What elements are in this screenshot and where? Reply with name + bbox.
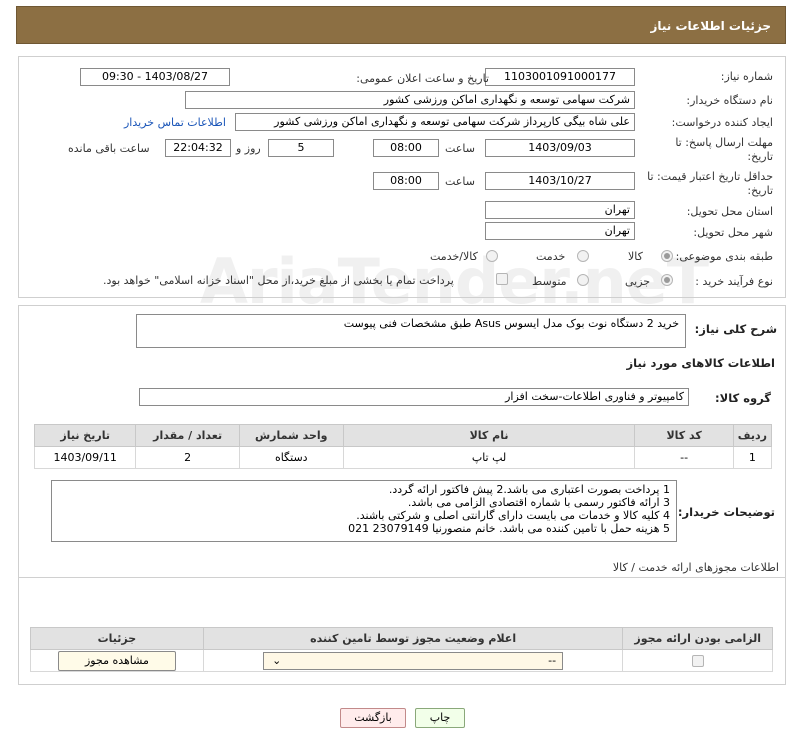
buyer-notes-field: 1 پرداخت بصورت اعتباری می باشد.2 پیش فاک… — [51, 480, 677, 542]
row-date: 1403/09/11 — [33, 446, 137, 469]
remaining-time-label: ساعت باقی مانده — [68, 142, 150, 155]
goods-table: ردیف کد کالا نام کالا واحد شمارش تعداد /… — [33, 424, 773, 469]
need-number-label: شماره نیاز: — [720, 70, 773, 83]
province-field: تهران — [485, 201, 635, 219]
need-number-field: 1103001091000177 — [485, 68, 635, 86]
row-name: لپ تاپ — [342, 446, 636, 469]
announce-label: تاریخ و ساعت اعلان عمومی: — [356, 72, 489, 85]
city-label: شهر محل تحویل: — [693, 226, 773, 239]
table-row: ⌄ -- مشاهده مجوز — [30, 649, 773, 672]
validity-label: حداقل تاریخ اعتبار قیمت: تا — [647, 170, 773, 183]
days-remaining-field: 5 — [268, 139, 334, 157]
validity-date-field: 1403/10/27 — [485, 172, 635, 190]
buyer-notes-label: توضیحات خریدار: — [677, 505, 775, 519]
category-goods-radio[interactable] — [661, 250, 673, 262]
col-permit-required: الزامی بودن ارائه مجوز — [622, 627, 773, 650]
announce-field: 1403/08/27 - 09:30 — [80, 68, 230, 86]
category-label: طبقه بندی موضوعی: — [675, 250, 773, 263]
permits-table-header: الزامی بودن ارائه مجوز اعلام وضعیت مجوز … — [30, 627, 773, 650]
col-permit-status: اعلام وضعیت مجوز توسط تامین کننده — [202, 627, 624, 650]
deadline-label: مهلت ارسال پاسخ: تا — [675, 136, 773, 149]
permit-status-value: -- — [548, 653, 557, 667]
col-code: کد کالا — [634, 424, 734, 447]
buyer-note-line-3: 4 کلیه کالا و خدمات می بایست دارای گاران… — [356, 509, 670, 522]
permits-divider — [18, 577, 786, 578]
goods-table-header: ردیف کد کالا نام کالا واحد شمارش تعداد /… — [33, 424, 773, 447]
permit-details-cell: مشاهده مجوز — [30, 649, 204, 672]
buyer-note-line-1: 1 پرداخت بصورت اعتباری می باشد.2 پیش فاک… — [388, 483, 670, 496]
validity-date-label: تاریخ: — [747, 184, 773, 197]
view-permit-button[interactable]: مشاهده مجوز — [57, 650, 176, 671]
print-button[interactable]: چاپ — [415, 708, 465, 728]
process-minor-radio[interactable] — [661, 274, 673, 286]
goods-group-field: کامپیوتر و فناوری اطلاعات-سخت افزار — [139, 388, 689, 406]
permit-required-checkbox[interactable] — [691, 655, 704, 667]
buyer-field: شرکت سهامی توسعه و نگهداری اماکن ورزشی ک… — [185, 91, 635, 109]
creator-label: ایجاد کننده درخواست: — [671, 116, 773, 129]
permit-required-cell — [622, 649, 773, 672]
col-name: نام کالا — [342, 424, 636, 447]
category-goods-service-label: کالا/خدمت — [430, 250, 478, 263]
validity-time-field: 08:00 — [373, 172, 439, 190]
col-permit-details: جزئیات — [30, 627, 204, 650]
back-button[interactable]: بازگشت — [340, 708, 406, 728]
page-title: جزئیات اطلاعات نیاز — [650, 19, 771, 33]
row-code: -- — [634, 446, 734, 469]
permits-section-title: اطلاعات مجوزهای ارائه خدمت / کالا — [612, 561, 779, 574]
process-label: نوع فرآیند خرید : — [695, 275, 773, 288]
permits-table: الزامی بودن ارائه مجوز اعلام وضعیت مجوز … — [30, 627, 773, 672]
row-unit: دستگاه — [238, 446, 344, 469]
buyer-contact-link[interactable]: اطلاعات تماس خریدار — [124, 116, 226, 129]
days-label: روز و — [236, 142, 261, 155]
buyer-label: نام دستگاه خریدار: — [686, 94, 773, 107]
col-row: ردیف — [732, 424, 773, 447]
permit-status-cell: ⌄ -- — [202, 649, 624, 672]
col-date: تاریخ نیاز — [33, 424, 137, 447]
deadline-date-field: 1403/09/03 — [485, 139, 635, 157]
deadline-date-label: تاریخ: — [747, 150, 773, 163]
col-qty: تعداد / مقدار — [135, 424, 240, 447]
buyer-note-line-2: 3 ارائه فاکتور رسمی با شماره اقتصادی الز… — [407, 496, 670, 509]
process-medium-label: متوسط — [532, 275, 567, 288]
deadline-time-label: ساعت — [445, 142, 475, 155]
remaining-time-field: 22:04:32 — [165, 139, 231, 157]
treasury-payment-note: پرداخت تمام یا بخشی از مبلغ خرید،از محل … — [103, 274, 454, 287]
validity-time-label: ساعت — [445, 175, 475, 188]
table-row: 1 -- لپ تاپ دستگاه 2 1403/09/11 — [33, 446, 773, 469]
col-unit: واحد شمارش — [238, 424, 344, 447]
goods-section-title: اطلاعات کالاهای مورد نیاز — [626, 356, 775, 370]
description-label: شرح کلی نیاز: — [694, 322, 777, 336]
row-number: 1 — [732, 446, 773, 469]
city-field: تهران — [485, 222, 635, 240]
category-goods-label: کالا — [628, 250, 643, 263]
treasury-payment-checkbox[interactable] — [496, 273, 508, 285]
chevron-down-icon: ⌄ — [272, 653, 282, 667]
category-service-radio[interactable] — [577, 250, 589, 262]
buyer-note-line-4: 5 هزینه حمل با تامین کننده می باشد. خانم… — [348, 522, 670, 535]
description-field: خرید 2 دستگاه نوت بوک مدل ایسوس Asus طبق… — [136, 314, 686, 348]
deadline-time-field: 08:00 — [373, 139, 439, 157]
row-qty: 2 — [135, 446, 240, 469]
permit-status-select[interactable]: ⌄ -- — [263, 651, 564, 670]
category-service-label: خدمت — [536, 250, 566, 263]
process-medium-radio[interactable] — [577, 274, 589, 286]
page-header: جزئیات اطلاعات نیاز — [16, 6, 786, 44]
process-minor-label: جزیی — [625, 275, 651, 288]
creator-field: علی شاه بیگی کارپرداز شرکت سهامی توسعه و… — [235, 113, 635, 131]
goods-group-label: گروه کالا: — [715, 391, 771, 405]
category-goods-service-radio[interactable] — [486, 250, 498, 262]
province-label: استان محل تحویل: — [686, 205, 773, 218]
